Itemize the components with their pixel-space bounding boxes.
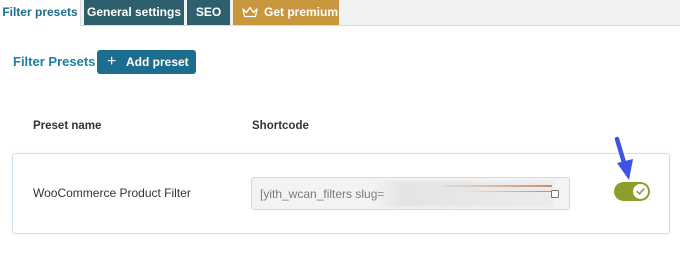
- tab-bar: Filter presets General settings SEO Get …: [0, 0, 680, 26]
- page-title: Filter Presets: [13, 54, 96, 69]
- toggle-knob: [633, 184, 648, 199]
- check-icon: [636, 188, 645, 195]
- tab-seo-label: SEO: [195, 5, 222, 19]
- add-preset-button[interactable]: + Add preset: [97, 50, 196, 74]
- tab-general-settings[interactable]: General settings: [84, 0, 184, 25]
- shortcode-text: [yith_wcan_filters slug=: [260, 187, 385, 201]
- resize-handle[interactable]: [551, 190, 559, 198]
- decorative-line-secondary: [462, 191, 552, 192]
- tab-seo[interactable]: SEO: [187, 0, 230, 25]
- column-header-shortcode: Shortcode: [252, 120, 309, 132]
- enable-toggle[interactable]: [614, 182, 650, 201]
- tab-filter-presets-label: Filter presets: [2, 5, 78, 19]
- add-preset-label: Add preset: [126, 55, 189, 69]
- preset-name: WooCommerce Product Filter: [33, 186, 191, 200]
- tab-general-settings-label: General settings: [86, 5, 182, 19]
- decorative-line: [442, 185, 552, 187]
- arrow-down-icon: [614, 136, 633, 180]
- plus-icon: +: [107, 53, 117, 70]
- tab-get-premium[interactable]: Get premium: [233, 0, 339, 25]
- shortcode-field[interactable]: [yith_wcan_filters slug=: [251, 177, 570, 210]
- column-header-preset-name: Preset name: [33, 120, 102, 132]
- tab-filter-presets[interactable]: Filter presets: [0, 0, 81, 26]
- tab-get-premium-label: Get premium: [264, 5, 339, 19]
- crown-icon: [242, 6, 258, 18]
